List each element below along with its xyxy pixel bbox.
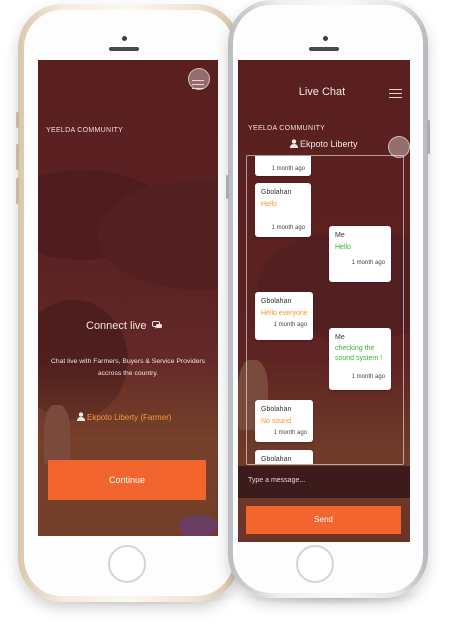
user-label-text: Ekpoto Liberty (Farmer) bbox=[87, 413, 172, 422]
page-title: Live Chat bbox=[298, 86, 346, 98]
volume-down-button bbox=[16, 178, 19, 204]
message-bubble-received: Gbolahan bbox=[255, 450, 313, 464]
brand-name: YEELDA COMMUNITY bbox=[248, 125, 326, 132]
message-sender: Gbolahan bbox=[261, 406, 292, 413]
front-camera-right bbox=[323, 36, 328, 41]
message-time: 1 month ago bbox=[351, 374, 385, 380]
message-time: 1 month ago bbox=[271, 166, 305, 172]
message-sender: Gbolahan bbox=[261, 456, 292, 463]
hamburger-menu-icon[interactable] bbox=[389, 89, 402, 101]
message-bubble-received: Gbolahan Hello everyone 1 month ago bbox=[255, 292, 313, 340]
message-text: No sound bbox=[261, 418, 291, 425]
message-sender: Me bbox=[335, 232, 345, 239]
message-bubble-sent: Me Hello 1 month ago bbox=[329, 226, 391, 282]
chat-bubbles-icon bbox=[151, 321, 162, 329]
message-bubble-sent: Me checking the sound system ! 1 month a… bbox=[329, 328, 391, 390]
message-sender: Me bbox=[335, 334, 345, 341]
continue-button[interactable]: Continue bbox=[48, 460, 206, 500]
user-icon bbox=[77, 412, 85, 421]
message-sender: Gbolahan bbox=[261, 298, 292, 305]
hamburger-menu-icon[interactable] bbox=[192, 80, 204, 92]
user-label: Ekpoto Liberty (Farmer) bbox=[77, 412, 171, 422]
brand-name: YEELDA COMMUNITY bbox=[46, 127, 124, 134]
message-input-bar: Type a message... bbox=[238, 466, 410, 498]
message-time: 1 month ago bbox=[351, 260, 385, 266]
volume-button-right bbox=[226, 175, 229, 199]
message-time: 1 month ago bbox=[273, 430, 307, 436]
headline-text: Connect live bbox=[86, 320, 147, 332]
message-sender: Gbolahan bbox=[261, 189, 292, 196]
home-button-right bbox=[296, 545, 334, 583]
power-button bbox=[427, 120, 430, 154]
message-text: checking the sound system ! bbox=[335, 345, 383, 362]
chat-messages-area[interactable]: 1 month ago Gbolahan Hello 1 month ago M… bbox=[246, 155, 404, 465]
description-line-2: accross the country. bbox=[97, 370, 159, 377]
chat-partner-name: Ekpoto Liberty bbox=[300, 139, 358, 149]
headline: Connect live bbox=[86, 320, 163, 332]
front-camera-left bbox=[122, 36, 127, 41]
message-time: 1 month ago bbox=[273, 322, 307, 328]
message-text: Hello bbox=[261, 201, 277, 208]
volume-up-button bbox=[16, 144, 19, 170]
message-bubble-received: Gbolahan Hello 1 month ago bbox=[255, 183, 311, 237]
screen-left: YEELDA COMMUNITY Connect live Chat live … bbox=[38, 60, 218, 536]
message-bubble-received: 1 month ago bbox=[255, 156, 311, 176]
user-icon bbox=[290, 139, 298, 148]
mute-switch bbox=[16, 112, 19, 128]
home-button-left bbox=[108, 545, 146, 583]
send-button[interactable]: Send bbox=[246, 506, 401, 534]
speaker-right bbox=[309, 47, 339, 51]
message-text: Hello bbox=[335, 244, 351, 251]
message-input[interactable]: Type a message... bbox=[248, 477, 305, 484]
description-line-1: Chat live with Farmers, Buyers & Service… bbox=[50, 358, 206, 365]
message-bubble-received: Gbolahan No sound 1 month ago bbox=[255, 400, 313, 442]
bg-object bbox=[178, 515, 218, 536]
message-text: Hello everyone bbox=[261, 310, 308, 317]
message-time: 1 month ago bbox=[271, 225, 305, 231]
bg-farmer bbox=[44, 405, 70, 465]
description: Chat live with Farmers, Buyers & Service… bbox=[38, 356, 218, 380]
speaker-left bbox=[109, 47, 139, 51]
chat-partner: Ekpoto Liberty bbox=[290, 139, 358, 149]
